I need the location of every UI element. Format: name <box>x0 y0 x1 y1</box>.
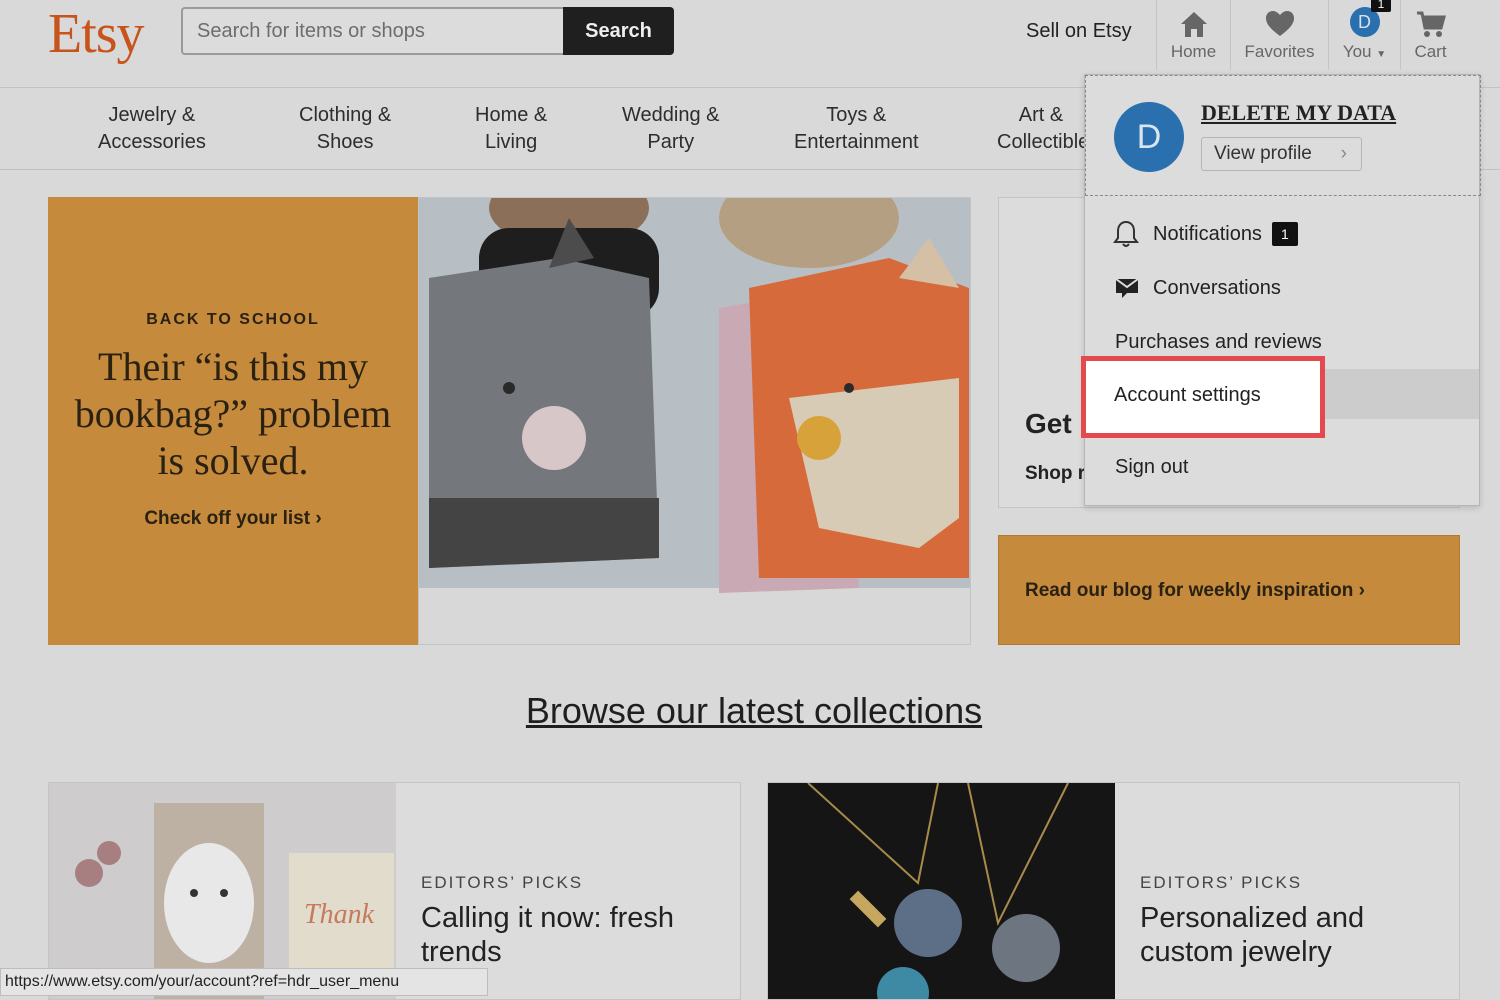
hero-banner[interactable]: BACK TO SCHOOL Their “is this my bookbag… <box>48 197 418 645</box>
bell-icon <box>1113 220 1139 247</box>
hero-cta-link[interactable]: Check off your list › <box>48 508 418 530</box>
hero-title: Their “is this my bookbag?” problem is s… <box>74 344 392 483</box>
chevron-right-icon: › <box>1340 143 1347 164</box>
category-art[interactable]: Art &Collectibles <box>997 102 1085 156</box>
nav-home[interactable]: Home <box>1156 0 1230 70</box>
collection-title: Personalized and custom jewelry <box>1140 902 1365 968</box>
menu-item-account-settings[interactable]: Account settings <box>1081 356 1325 438</box>
category-home[interactable]: Home & Living <box>475 102 547 156</box>
collection-image-jewelry <box>768 783 1115 999</box>
envelope-icon <box>1115 278 1139 298</box>
collection-card[interactable]: EDITORS’ PICKS Personalized and custom j… <box>767 782 1460 1000</box>
profile-section: D DELETE MY DATA View profile › <box>1085 75 1481 196</box>
search-bar: Search <box>181 7 674 55</box>
category-jewelry[interactable]: Jewelry & Accessories <box>98 102 206 156</box>
menu-item-purchases[interactable]: Purchases and reviews <box>1115 331 1500 354</box>
etsy-logo[interactable]: Etsy <box>48 2 145 66</box>
notifications-badge: 1 <box>1271 222 1298 246</box>
nav-home-label: Home <box>1170 42 1217 61</box>
category-clothing[interactable]: Clothing & Shoes <box>299 102 391 156</box>
account-settings-label: Account settings <box>1114 384 1261 406</box>
nav-you[interactable]: D 1 You ▼ <box>1328 0 1400 70</box>
category-wedding[interactable]: Wedding & Party <box>622 102 719 156</box>
cart-icon <box>1416 11 1446 37</box>
blog-link[interactable]: Read our blog for weekly inspiration › <box>1025 580 1365 602</box>
category-toys[interactable]: Toys & Entertainment <box>794 102 919 156</box>
search-button[interactable]: Search <box>563 7 674 55</box>
browse-collections-heading[interactable]: Browse our latest collections <box>0 690 1500 732</box>
collection-kicker: EDITORS’ PICKS <box>1140 873 1303 892</box>
collection-kicker: EDITORS’ PICKS <box>421 873 584 892</box>
caret-down-icon: ▼ <box>1376 49 1387 60</box>
user-menu-dropdown: D DELETE MY DATA View profile › Notifica… <box>1084 74 1481 506</box>
nav-you-label: You ▼ <box>1342 42 1387 61</box>
menu-item-sign-out[interactable]: Sign out <box>1115 456 1500 479</box>
search-input[interactable] <box>181 7 563 55</box>
side-card-link[interactable]: Shop r <box>1025 463 1085 485</box>
menu-item-conversations[interactable]: Conversations <box>1115 276 1500 300</box>
hero-kicker: BACK TO SCHOOL <box>146 311 320 328</box>
kids-backpacks-illustration <box>419 198 970 644</box>
home-icon <box>1180 12 1207 37</box>
menu-item-notifications[interactable]: Notifications 1 <box>1113 220 1500 248</box>
hero-image[interactable] <box>418 197 971 645</box>
profile-name[interactable]: DELETE MY DATA <box>1201 100 1396 126</box>
blog-card[interactable]: Read our blog for weekly inspiration › <box>998 535 1460 645</box>
notification-badge: 1 <box>1371 0 1391 12</box>
profile-avatar[interactable]: D <box>1114 102 1184 172</box>
svg-text:Thank: Thank <box>304 899 375 930</box>
sell-on-etsy-link[interactable]: Sell on Etsy <box>1026 20 1132 43</box>
status-bar-url: https://www.etsy.com/your/account?ref=hd… <box>0 968 489 996</box>
nav-favorites[interactable]: Favorites <box>1230 0 1328 70</box>
view-profile-button[interactable]: View profile › <box>1201 137 1362 171</box>
collection-title: Calling it now: fresh trends <box>421 902 675 968</box>
heart-icon <box>1265 11 1294 36</box>
side-card-title: Get <box>1025 408 1072 439</box>
nav-cart-label: Cart <box>1414 42 1447 61</box>
nav-cart[interactable]: Cart <box>1400 0 1460 70</box>
nav-favorites-label: Favorites <box>1244 42 1315 61</box>
